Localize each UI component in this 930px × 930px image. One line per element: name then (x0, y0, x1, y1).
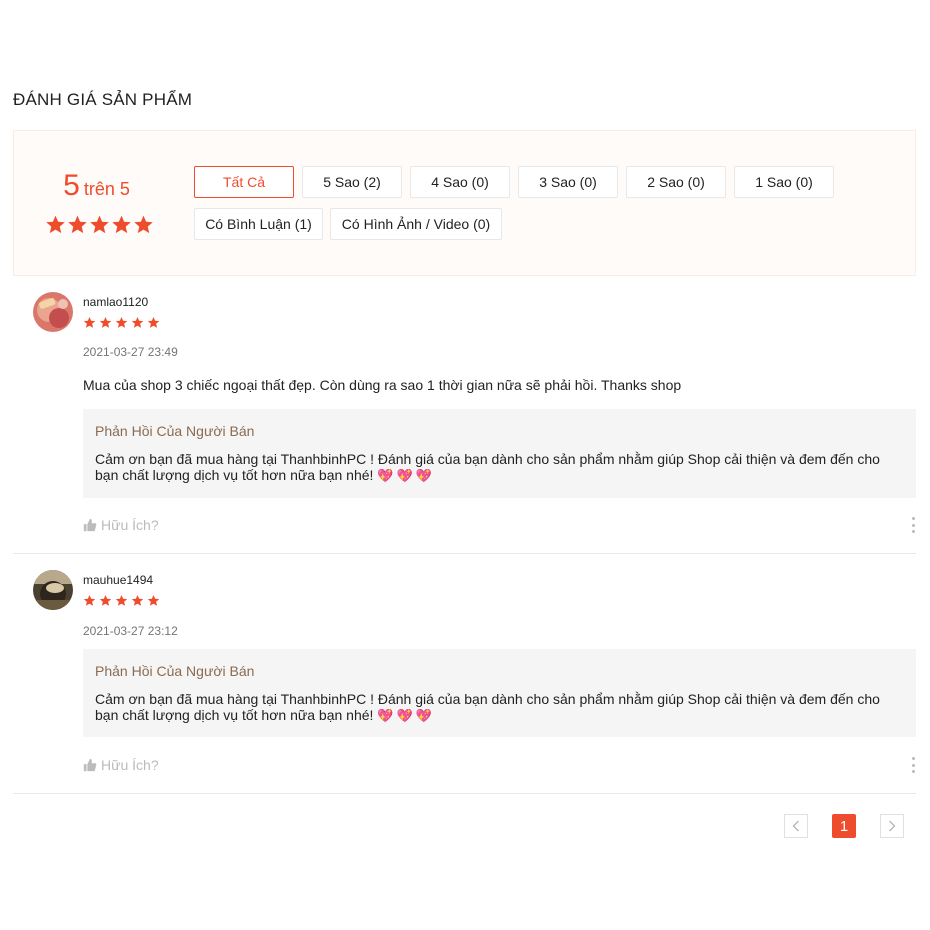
star-icon (131, 316, 144, 328)
star-icon (99, 594, 112, 606)
review-item: namlao1120 2021-03-27 23:49 Mua của shop… (13, 276, 916, 554)
helpful-button[interactable]: Hữu Ích? (83, 517, 159, 533)
star-icon (147, 316, 160, 328)
filter-5-star-button[interactable]: 5 Sao (2) (302, 166, 402, 198)
star-icon (83, 316, 96, 328)
filter-2-star-button[interactable]: 2 Sao (0) (626, 166, 726, 198)
avatar[interactable] (33, 292, 73, 332)
chevron-right-icon (889, 820, 896, 832)
seller-reply-title: Phản Hồi Của Người Bán (95, 663, 255, 679)
star-icon (90, 215, 109, 234)
prev-page-button[interactable] (784, 814, 808, 838)
score-value: 5 (63, 169, 80, 202)
star-icon (46, 215, 65, 234)
score-out-of: trên 5 (83, 179, 130, 199)
star-icon (68, 215, 87, 234)
seller-reply: Phản Hồi Của Người Bán Cảm ơn bạn đã mua… (83, 649, 916, 737)
star-icon (112, 215, 131, 234)
seller-reply-text: Cảm ơn bạn đã mua hàng tại ThanhbinhPC !… (95, 451, 904, 484)
heart-emoji: 💖💖💖 (377, 708, 435, 723)
seller-reply-text: Cảm ơn bạn đã mua hàng tại ThanhbinhPC !… (95, 691, 904, 724)
review-comment: Mua của shop 3 chiếc ngoại thất đẹp. Còn… (83, 377, 682, 393)
next-page-button[interactable] (880, 814, 904, 838)
more-options-icon[interactable] (910, 517, 916, 533)
filter-1-star-button[interactable]: 1 Sao (0) (734, 166, 834, 198)
star-icon (131, 594, 144, 606)
seller-reply-body: Cảm ơn bạn đã mua hàng tại ThanhbinhPC !… (95, 451, 880, 483)
seller-reply-title: Phản Hồi Của Người Bán (95, 423, 255, 439)
star-icon (147, 594, 160, 606)
score-stars (45, 214, 154, 235)
filter-with-comment-button[interactable]: Có Bình Luận (1) (194, 208, 323, 240)
review-time: 2021-03-27 23:49 (83, 345, 178, 359)
star-icon (115, 316, 128, 328)
reviewer-username[interactable]: mauhue1494 (83, 573, 153, 587)
section-title: ĐÁNH GIÁ SẢN PHẨM (13, 90, 193, 109)
star-icon (115, 594, 128, 606)
reviewer-username[interactable]: namlao1120 (83, 295, 148, 309)
more-options-icon[interactable] (910, 757, 916, 773)
chevron-left-icon (792, 820, 799, 832)
review-time: 2021-03-27 23:12 (83, 624, 178, 638)
filter-all-button[interactable]: Tất Cả (194, 166, 294, 198)
heart-emoji: 💖💖💖 (377, 468, 435, 483)
helpful-button[interactable]: Hữu Ích? (83, 757, 159, 773)
helpful-label: Hữu Ích? (101, 517, 159, 533)
filter-4-star-button[interactable]: 4 Sao (0) (410, 166, 510, 198)
star-icon (134, 215, 153, 234)
avatar[interactable] (33, 570, 73, 610)
rating-overview: 5 trên 5 Tất Cả 5 Sao (2) 4 Sao (0) 3 Sao… (13, 130, 916, 276)
filter-3-star-button[interactable]: 3 Sao (0) (518, 166, 618, 198)
helpful-label: Hữu Ích? (101, 757, 159, 773)
star-icon (99, 316, 112, 328)
seller-reply-body: Cảm ơn bạn đã mua hàng tại ThanhbinhPC !… (95, 691, 880, 723)
page-number-current[interactable]: 1 (832, 814, 856, 838)
review-stars (83, 316, 160, 329)
seller-reply: Phản Hồi Của Người Bán Cảm ơn bạn đã mua… (83, 409, 916, 498)
star-icon (83, 594, 96, 606)
review-stars (83, 594, 160, 607)
rating-score: 5 trên 5 (14, 169, 179, 203)
thumbs-up-icon (83, 758, 97, 772)
thumbs-up-icon (83, 518, 97, 532)
review-item: mauhue1494 2021-03-27 23:12 Phản Hồi Của… (13, 554, 916, 794)
filter-with-media-button[interactable]: Có Hình Ảnh / Video (0) (330, 208, 502, 240)
